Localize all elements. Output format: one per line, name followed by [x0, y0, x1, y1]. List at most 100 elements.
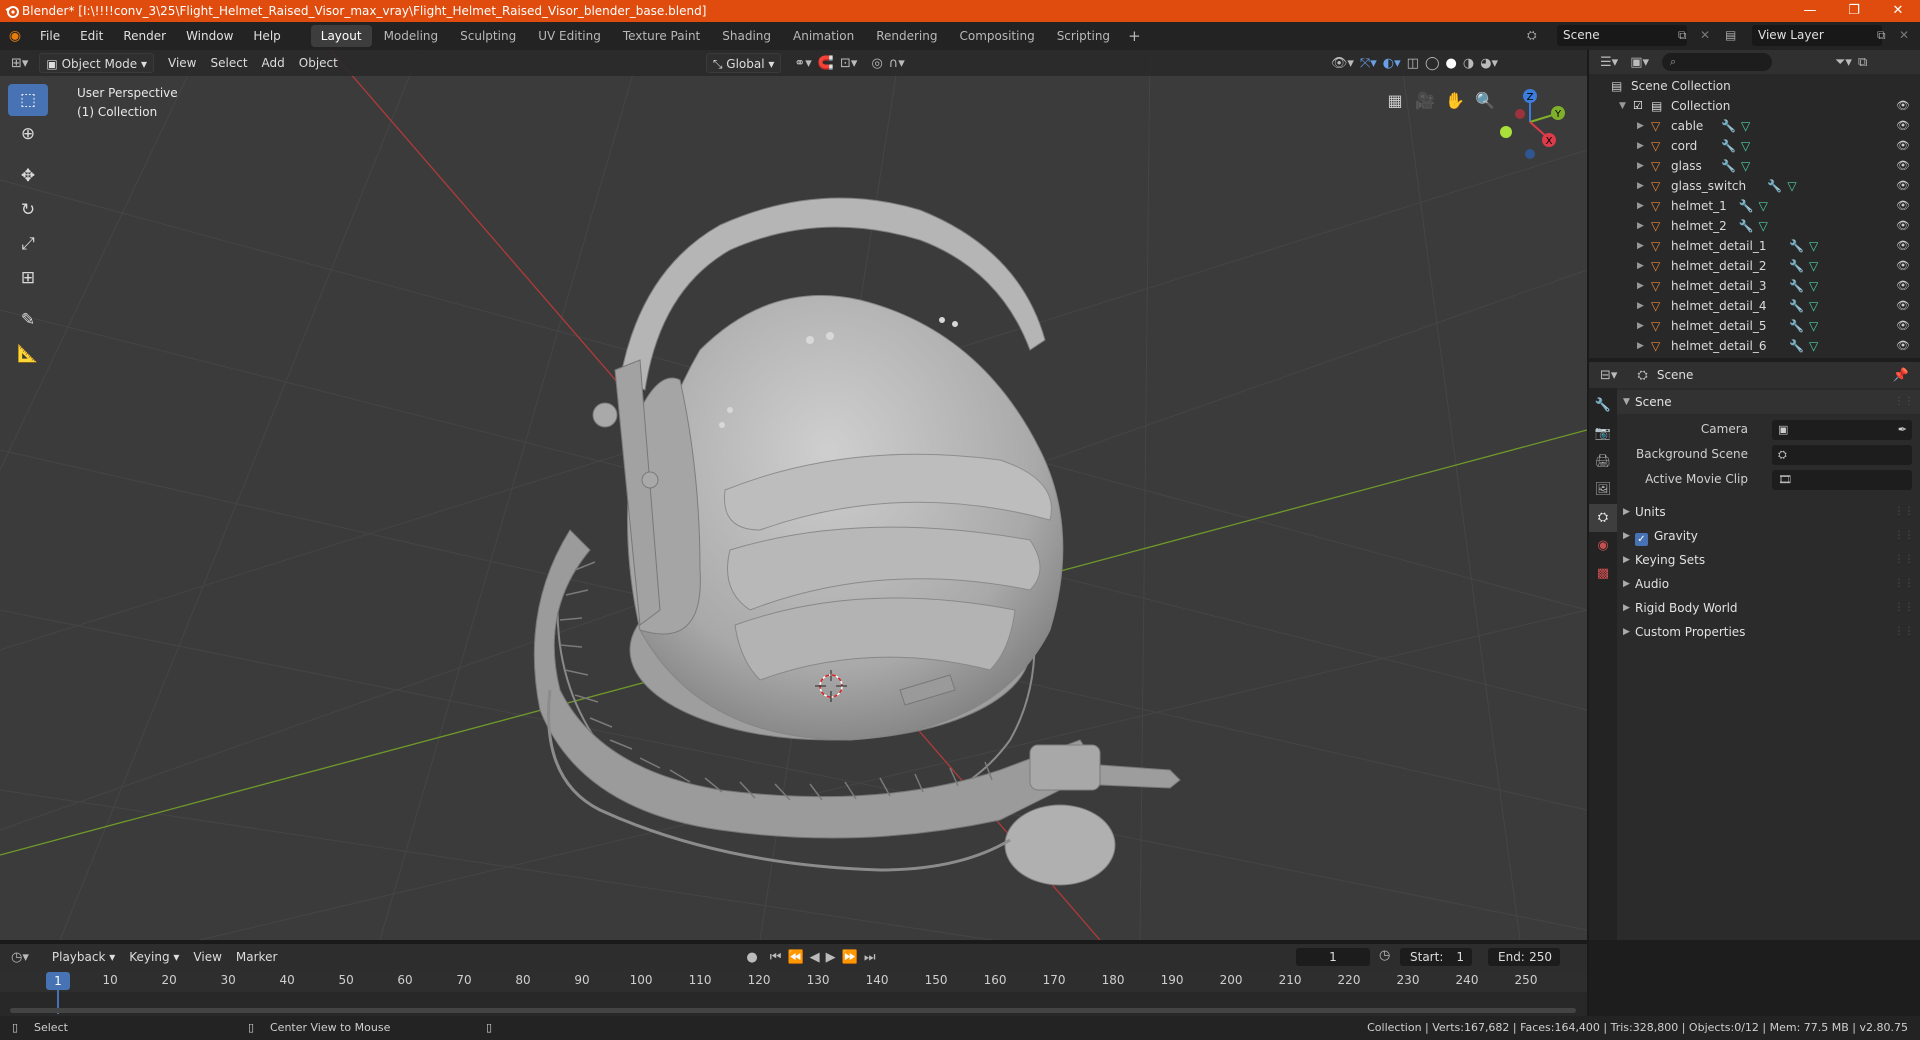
select-box-tool[interactable]: ⬚: [8, 84, 48, 116]
play-reverse-icon[interactable]: ◀: [807, 950, 823, 965]
snap-target-icon[interactable]: ⊡▾: [837, 56, 860, 71]
modifier-wrench-icon[interactable]: 🔧: [1767, 176, 1782, 196]
gizmo-toggle-icon[interactable]: ⤧▾: [1357, 56, 1380, 71]
outliner-item-helmet-2[interactable]: ▶ ▽ helmet_2 🔧 ▽ 👁: [1589, 216, 1920, 236]
panel-units[interactable]: ▶ Units ⋮⋮: [1617, 500, 1920, 524]
new-scene-icon[interactable]: ⧉: [1678, 28, 1687, 43]
view-layer-icon[interactable]: ▤: [1725, 28, 1736, 42]
expand-arrow-icon[interactable]: ▶: [1637, 236, 1644, 256]
menu-edit[interactable]: Edit: [70, 22, 113, 50]
modifier-wrench-icon[interactable]: 🔧: [1739, 196, 1754, 216]
menu-help[interactable]: Help: [243, 22, 290, 50]
rendered-shading-icon[interactable]: ◕▾: [1477, 56, 1501, 71]
visibility-eye-icon[interactable]: 👁: [1896, 116, 1910, 136]
viewport-menu-view[interactable]: View: [162, 53, 202, 73]
new-view-layer-icon[interactable]: ⧉: [1877, 28, 1886, 43]
mesh-data-icon[interactable]: ▽: [1809, 256, 1818, 276]
modifier-wrench-icon[interactable]: 🔧: [1721, 136, 1736, 156]
mesh-data-icon[interactable]: ▽: [1787, 176, 1796, 196]
modifier-wrench-icon[interactable]: 🔧: [1789, 236, 1804, 256]
expand-arrow-icon[interactable]: ▶: [1637, 256, 1644, 276]
outliner-item-helmet-detail-1[interactable]: ▶ ▽ helmet_detail_1 🔧 ▽ 👁: [1589, 236, 1920, 256]
outliner-editor-icon[interactable]: ☰▾: [1597, 55, 1621, 70]
expand-arrow-icon[interactable]: ▶: [1637, 216, 1644, 236]
modifier-wrench-icon[interactable]: 🔧: [1789, 296, 1804, 316]
movie-clip-field[interactable]: 🎞: [1772, 470, 1912, 490]
toggle-grid-view-icon[interactable]: ▦: [1380, 86, 1410, 116]
expand-arrow-icon[interactable]: ▶: [1637, 276, 1644, 296]
modifier-wrench-icon[interactable]: 🔧: [1789, 276, 1804, 296]
drag-grip-icon[interactable]: ⋮⋮: [1894, 620, 1914, 644]
orientation-dropdown[interactable]: ⤡ Global ▾: [705, 53, 782, 73]
mesh-data-icon[interactable]: ▽: [1759, 196, 1768, 216]
snap-icon[interactable]: 🧲: [815, 56, 837, 71]
visibility-eye-icon[interactable]: 👁: [1896, 176, 1910, 196]
tab-scripting[interactable]: Scripting: [1047, 25, 1120, 47]
mesh-data-icon[interactable]: ▽: [1741, 156, 1750, 176]
tab-layout[interactable]: Layout: [310, 25, 372, 47]
outliner-item-glass-switch[interactable]: ▶ ▽ glass_switch 🔧 ▽ 👁: [1589, 176, 1920, 196]
menu-window[interactable]: Window: [176, 22, 243, 50]
material-shading-icon[interactable]: ◑: [1460, 56, 1477, 71]
modifier-wrench-icon[interactable]: 🔧: [1721, 116, 1736, 136]
timeline[interactable]: 10 20 30 40 50 60 70 80 90 100 110 120 130 140 150 160 1…: [0, 970, 1587, 1016]
panel-gravity[interactable]: ▶ ✓ Gravity ⋮⋮: [1617, 524, 1920, 548]
playhead-frame-label[interactable]: 1: [46, 972, 70, 990]
timeline-menu-keying[interactable]: Keying ▾: [123, 947, 185, 967]
tool-tab-icon[interactable]: 🔧: [1589, 392, 1617, 420]
jump-start-icon[interactable]: ⏮: [767, 950, 785, 965]
tab-shading[interactable]: Shading: [712, 25, 781, 47]
visibility-icon[interactable]: 👁▾: [1328, 56, 1357, 71]
scene-tab-icon[interactable]: ⛭: [1589, 504, 1617, 532]
drag-grip-icon[interactable]: ⋮⋮: [1894, 548, 1914, 572]
viewport-menu-add[interactable]: Add: [256, 53, 291, 73]
panel-rigid-body-world[interactable]: ▶ Rigid Body World ⋮⋮: [1617, 596, 1920, 620]
timeline-menu-view[interactable]: View: [187, 947, 227, 967]
falloff-icon[interactable]: ∩▾: [886, 56, 908, 71]
measure-tool[interactable]: 📐: [8, 338, 48, 370]
add-workspace-button[interactable]: +: [1122, 25, 1147, 47]
wireframe-shading-icon[interactable]: ◯: [1422, 56, 1443, 71]
delete-scene-icon[interactable]: ✕: [1700, 28, 1710, 42]
rotate-tool[interactable]: ↻: [8, 194, 48, 226]
world-tab-icon[interactable]: ◉: [1589, 532, 1617, 560]
expand-arrow-icon[interactable]: ▶: [1637, 296, 1644, 316]
texture-tab-icon[interactable]: ▩: [1589, 560, 1617, 588]
visibility-eye-icon[interactable]: 👁: [1896, 196, 1910, 216]
drag-grip-icon[interactable]: ⋮⋮: [1894, 390, 1914, 414]
render-tab-icon[interactable]: 📷: [1589, 420, 1617, 448]
expand-arrow-icon[interactable]: ▶: [1637, 316, 1644, 336]
modifier-wrench-icon[interactable]: 🔧: [1721, 156, 1736, 176]
jump-end-icon[interactable]: ⏭: [861, 950, 879, 965]
jump-keyframe-back-icon[interactable]: ⏪: [784, 950, 806, 965]
outliner-item-helmet-detail-6[interactable]: ▶ ▽ helmet_detail_6 🔧 ▽ 👁: [1589, 336, 1920, 356]
panel-audio[interactable]: ▶ Audio ⋮⋮: [1617, 572, 1920, 596]
close-button[interactable]: ✕: [1876, 0, 1920, 22]
visibility-eye-icon[interactable]: 👁: [1896, 136, 1910, 156]
visibility-eye-icon[interactable]: 👁: [1896, 296, 1910, 316]
mesh-data-icon[interactable]: ▽: [1809, 236, 1818, 256]
modifier-wrench-icon[interactable]: 🔧: [1739, 216, 1754, 236]
checkbox-icon[interactable]: ☑: [1633, 96, 1643, 116]
tab-modeling[interactable]: Modeling: [374, 25, 449, 47]
expand-arrow-icon[interactable]: ▶: [1637, 176, 1644, 196]
outliner-scene-collection[interactable]: ▤ Scene Collection: [1589, 76, 1920, 96]
scale-tool[interactable]: ⤢: [8, 228, 48, 260]
panel-keying-sets[interactable]: ▶ Keying Sets ⋮⋮: [1617, 548, 1920, 572]
display-mode-icon[interactable]: ▣▾: [1627, 55, 1652, 70]
drag-grip-icon[interactable]: ⋮⋮: [1894, 524, 1914, 548]
visibility-eye-icon[interactable]: 👁: [1896, 216, 1910, 236]
scene-field[interactable]: Scene: [1557, 25, 1687, 46]
pivot-icon[interactable]: ⚭▾: [791, 56, 814, 71]
editor-type-icon[interactable]: ⊞▾: [8, 56, 31, 71]
mesh-data-icon[interactable]: ▽: [1741, 116, 1750, 136]
outliner-item-helmet-detail-4[interactable]: ▶ ▽ helmet_detail_4 🔧 ▽ 👁: [1589, 296, 1920, 316]
timeline-menu-playback[interactable]: Playback ▾: [46, 947, 121, 967]
mesh-data-icon[interactable]: ▽: [1759, 216, 1768, 236]
pan-view-icon[interactable]: ✋: [1440, 86, 1470, 116]
gravity-checkbox[interactable]: ✓: [1635, 533, 1648, 546]
jump-keyframe-forward-icon[interactable]: ⏩: [839, 950, 861, 965]
camera-view-icon[interactable]: 🎥: [1410, 86, 1440, 116]
tab-animation[interactable]: Animation: [783, 25, 864, 47]
properties-editor-icon[interactable]: ⊟▾: [1597, 368, 1620, 383]
